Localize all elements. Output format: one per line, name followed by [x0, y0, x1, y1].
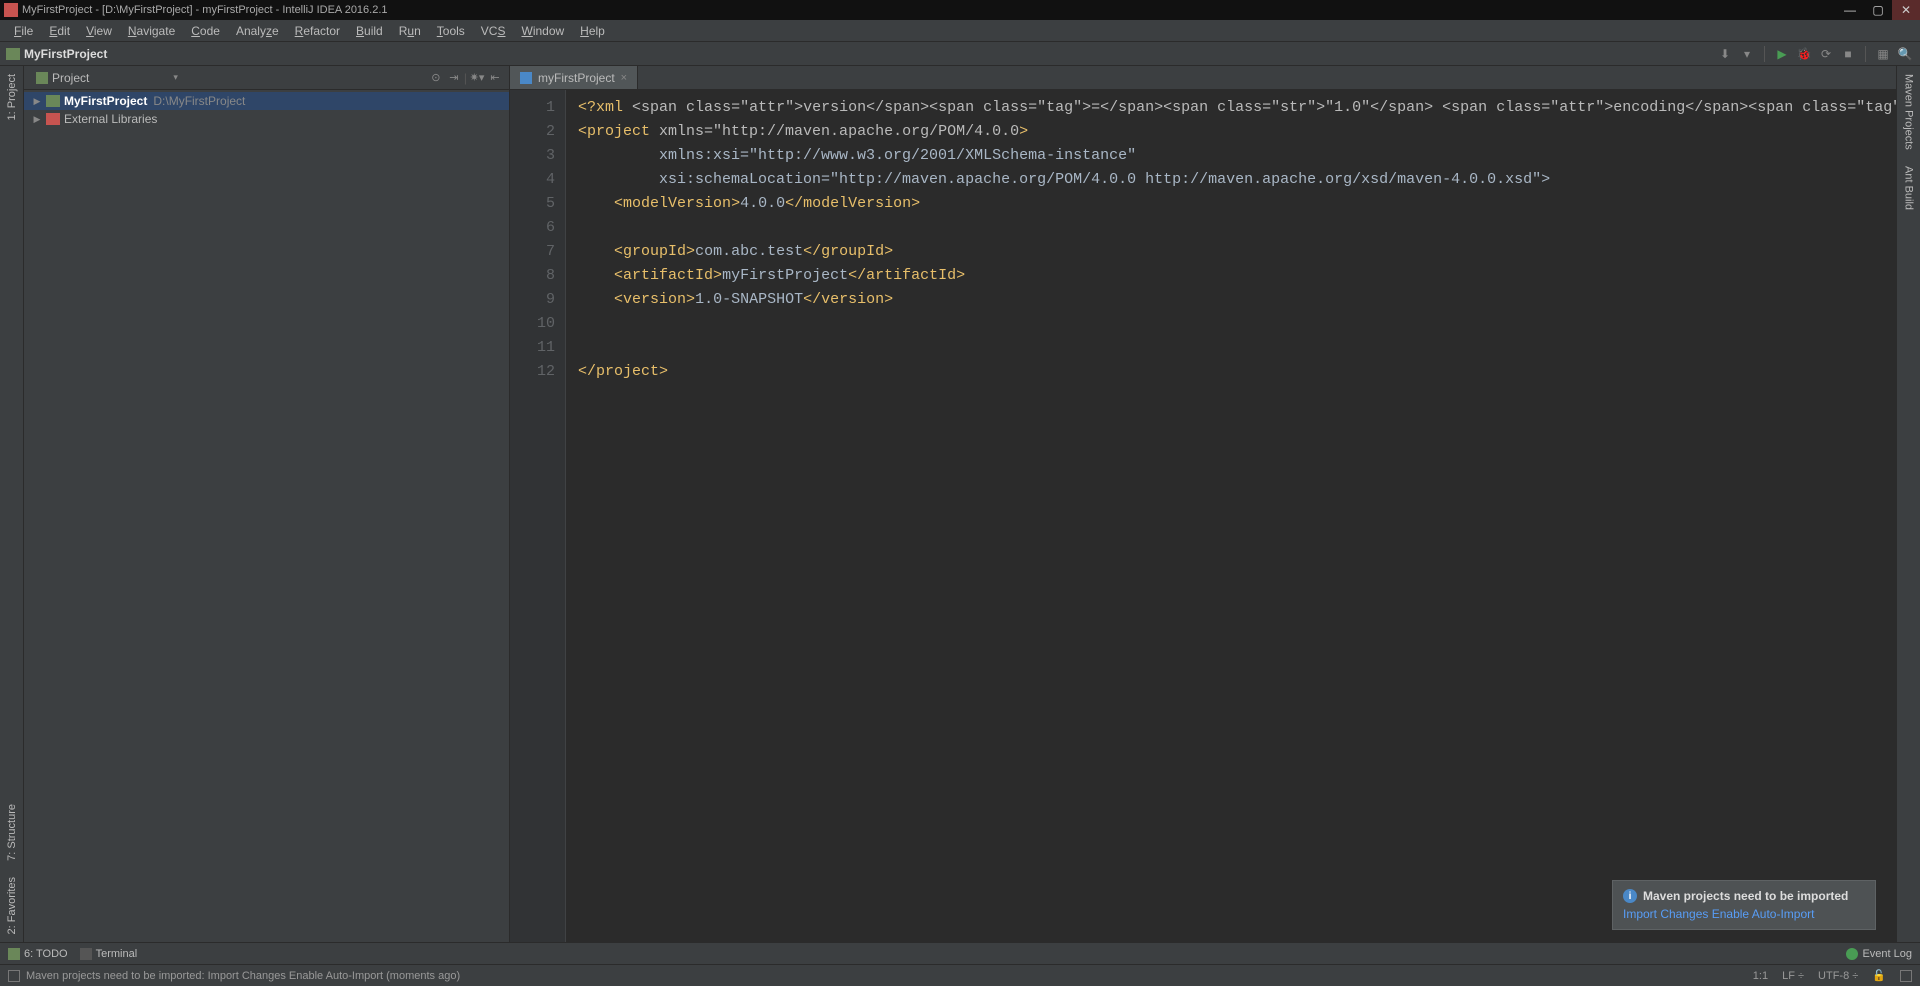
run-config-dropdown[interactable]: ▾	[1738, 45, 1756, 63]
expand-arrow-icon[interactable]: ▶	[32, 114, 42, 125]
run-button[interactable]: ▶	[1773, 45, 1791, 63]
menu-code[interactable]: Code	[183, 22, 228, 40]
line-separator[interactable]: LF ÷	[1782, 970, 1804, 982]
status-bar: Maven projects need to be imported: Impo…	[0, 964, 1920, 986]
scroll-from-source-button[interactable]: ⊙	[428, 70, 444, 86]
notification-balloon: i Maven projects need to be imported Imp…	[1612, 880, 1876, 930]
file-encoding[interactable]: UTF-8 ÷	[1818, 970, 1858, 982]
todo-icon	[8, 948, 20, 960]
enable-auto-import-link[interactable]: Enable Auto-Import	[1712, 907, 1815, 921]
tool-tab-favorites[interactable]: 2: Favorites	[4, 869, 20, 942]
menu-analyze[interactable]: Analyze	[228, 22, 287, 40]
tool-tab-terminal[interactable]: Terminal	[80, 948, 138, 960]
window-titlebar: MyFirstProject - [D:\MyFirstProject] - m…	[0, 0, 1920, 20]
tree-item[interactable]: ▶ MyFirstProject D:\MyFirstProject	[24, 92, 509, 110]
window-minimize-button[interactable]: —	[1836, 0, 1864, 20]
folder-icon	[46, 95, 60, 107]
tool-tab-event-log[interactable]: Event Log	[1846, 948, 1912, 960]
stop-button[interactable]: ■	[1839, 45, 1857, 63]
tool-tab-ant-build[interactable]: Ant Build	[1901, 158, 1917, 218]
window-title: MyFirstProject - [D:\MyFirstProject] - m…	[22, 4, 388, 16]
line-number-gutter[interactable]: 123456789101112	[510, 90, 566, 942]
app-icon	[4, 3, 18, 17]
project-tool-window: Project ▾ ⊙ ⇥ | ✷▾ ⇤ ▶ MyFirstProject D:…	[24, 66, 510, 942]
editor-tab[interactable]: myFirstProject ×	[510, 66, 638, 89]
menu-build[interactable]: Build	[348, 22, 391, 40]
tool-tab-structure[interactable]: 7: Structure	[4, 796, 20, 869]
coverage-button[interactable]: ⟳	[1817, 45, 1835, 63]
import-changes-link[interactable]: Import Changes	[1623, 907, 1708, 921]
status-tool-windows-icon[interactable]	[8, 970, 20, 982]
tool-tab-todo[interactable]: 6: TODO	[8, 948, 68, 960]
menu-vcs[interactable]: VCS	[473, 22, 514, 40]
status-message: Maven projects need to be imported: Impo…	[26, 970, 460, 982]
hide-button[interactable]: ⇤	[487, 70, 503, 86]
project-tree[interactable]: ▶ MyFirstProject D:\MyFirstProject ▶ Ext…	[24, 90, 509, 942]
notification-title: Maven projects need to be imported	[1643, 889, 1848, 903]
library-icon	[46, 113, 60, 125]
expand-arrow-icon[interactable]: ▶	[32, 96, 42, 107]
editor-tab-label: myFirstProject	[538, 71, 615, 85]
project-icon	[36, 72, 48, 84]
menu-window[interactable]: Window	[513, 22, 572, 40]
readonly-toggle[interactable]: 🔓	[1872, 969, 1886, 982]
breadcrumb-project[interactable]: MyFirstProject	[24, 47, 107, 61]
tree-item[interactable]: ▶ External Libraries	[24, 110, 509, 128]
build-project-button[interactable]: ⬇	[1716, 45, 1734, 63]
terminal-icon	[80, 948, 92, 960]
code-editor[interactable]: <?xml <span class="attr">version</span><…	[566, 90, 1896, 942]
search-everywhere-button[interactable]: 🔍	[1896, 45, 1914, 63]
menu-file[interactable]: File	[6, 22, 41, 40]
bottom-tool-bar: 6: TODO Terminal Event Log	[0, 942, 1920, 964]
left-tool-gutter: 1: Project 7: Structure 2: Favorites	[0, 66, 24, 942]
menu-run[interactable]: Run	[391, 22, 429, 40]
menu-help[interactable]: Help	[572, 22, 613, 40]
editor-tabs: myFirstProject ×	[510, 66, 1896, 90]
settings-button[interactable]: ✷▾	[469, 70, 485, 86]
tree-item-label: External Libraries	[64, 112, 157, 126]
main-menu-bar: File Edit View Navigate Code Analyze Ref…	[0, 20, 1920, 42]
project-structure-button[interactable]: ▦	[1874, 45, 1892, 63]
window-maximize-button[interactable]: ▢	[1864, 0, 1892, 20]
status-indicator-icon[interactable]	[1900, 970, 1912, 982]
tool-tab-maven-projects[interactable]: Maven Projects	[1901, 66, 1917, 158]
editor-area: myFirstProject × 123456789101112 <?xml <…	[510, 66, 1896, 942]
menu-view[interactable]: View	[78, 22, 120, 40]
menu-navigate[interactable]: Navigate	[120, 22, 183, 40]
cursor-position[interactable]: 1:1	[1753, 970, 1768, 982]
menu-edit[interactable]: Edit	[41, 22, 78, 40]
event-log-icon	[1846, 948, 1858, 960]
maven-file-icon	[520, 72, 532, 84]
project-view-selector[interactable]: Project ▾	[30, 69, 184, 87]
navigation-bar: MyFirstProject ⬇ ▾ ▶ 🐞 ⟳ ■ ▦ 🔍	[0, 42, 1920, 66]
menu-refactor[interactable]: Refactor	[287, 22, 348, 40]
collapse-all-button[interactable]: ⇥	[446, 70, 462, 86]
tool-tab-project[interactable]: 1: Project	[4, 66, 20, 128]
info-icon: i	[1623, 889, 1637, 903]
tree-item-path: D:\MyFirstProject	[153, 94, 245, 108]
menu-tools[interactable]: Tools	[429, 22, 473, 40]
right-tool-gutter: Maven Projects Ant Build	[1896, 66, 1920, 942]
tree-item-label: MyFirstProject	[64, 94, 147, 108]
debug-button[interactable]: 🐞	[1795, 45, 1813, 63]
close-tab-icon[interactable]: ×	[621, 72, 627, 84]
module-icon	[6, 48, 20, 60]
window-close-button[interactable]: ✕	[1892, 0, 1920, 20]
project-view-label: Project	[52, 71, 89, 85]
